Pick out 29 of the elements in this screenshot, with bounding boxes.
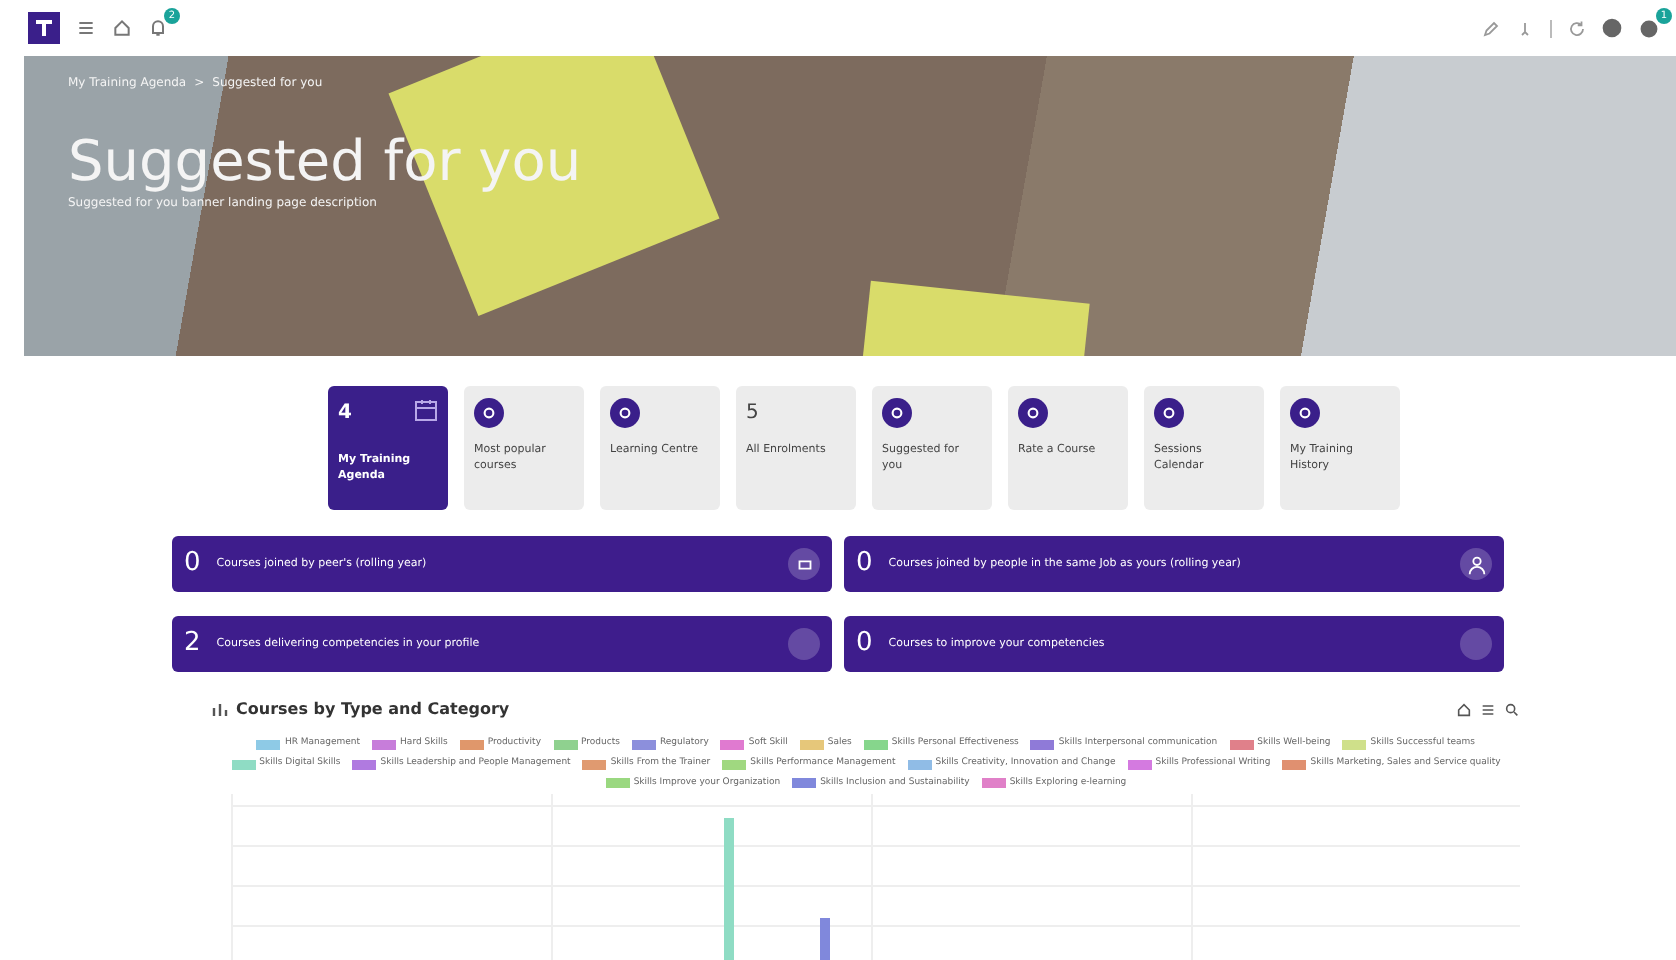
tile-count: 4 [338, 400, 352, 428]
menu-icon[interactable] [76, 18, 96, 38]
chart-title: Courses by Type and Category [236, 698, 512, 722]
tile-icon [474, 398, 504, 428]
pin-icon[interactable] [1516, 19, 1534, 37]
stat-value: 0 [856, 546, 873, 583]
stat-value: 0 [856, 626, 873, 663]
circle-icon [1460, 628, 1492, 660]
settings-icon[interactable] [1638, 17, 1660, 39]
tile-icon [1290, 398, 1320, 428]
stat-value: 2 [184, 626, 201, 663]
circle-icon [788, 628, 820, 660]
home-icon[interactable] [1456, 702, 1472, 718]
calendar-icon [414, 398, 438, 422]
tile-icon [1154, 398, 1184, 428]
bell-icon[interactable] [148, 18, 168, 38]
tile-count: 5 [746, 400, 759, 428]
logo-icon[interactable] [28, 12, 60, 44]
search-icon[interactable] [1504, 702, 1520, 718]
chart-icon [212, 702, 228, 718]
tile-icon [882, 398, 912, 428]
stat-value: 0 [184, 546, 201, 583]
menu-icon[interactable] [1480, 702, 1496, 718]
edit-icon[interactable] [1482, 19, 1500, 37]
tile-icon [1018, 398, 1048, 428]
tile-icon [610, 398, 640, 428]
refresh-icon[interactable] [1568, 19, 1586, 37]
user-icon[interactable] [1602, 18, 1622, 38]
home-icon[interactable] [112, 18, 132, 38]
